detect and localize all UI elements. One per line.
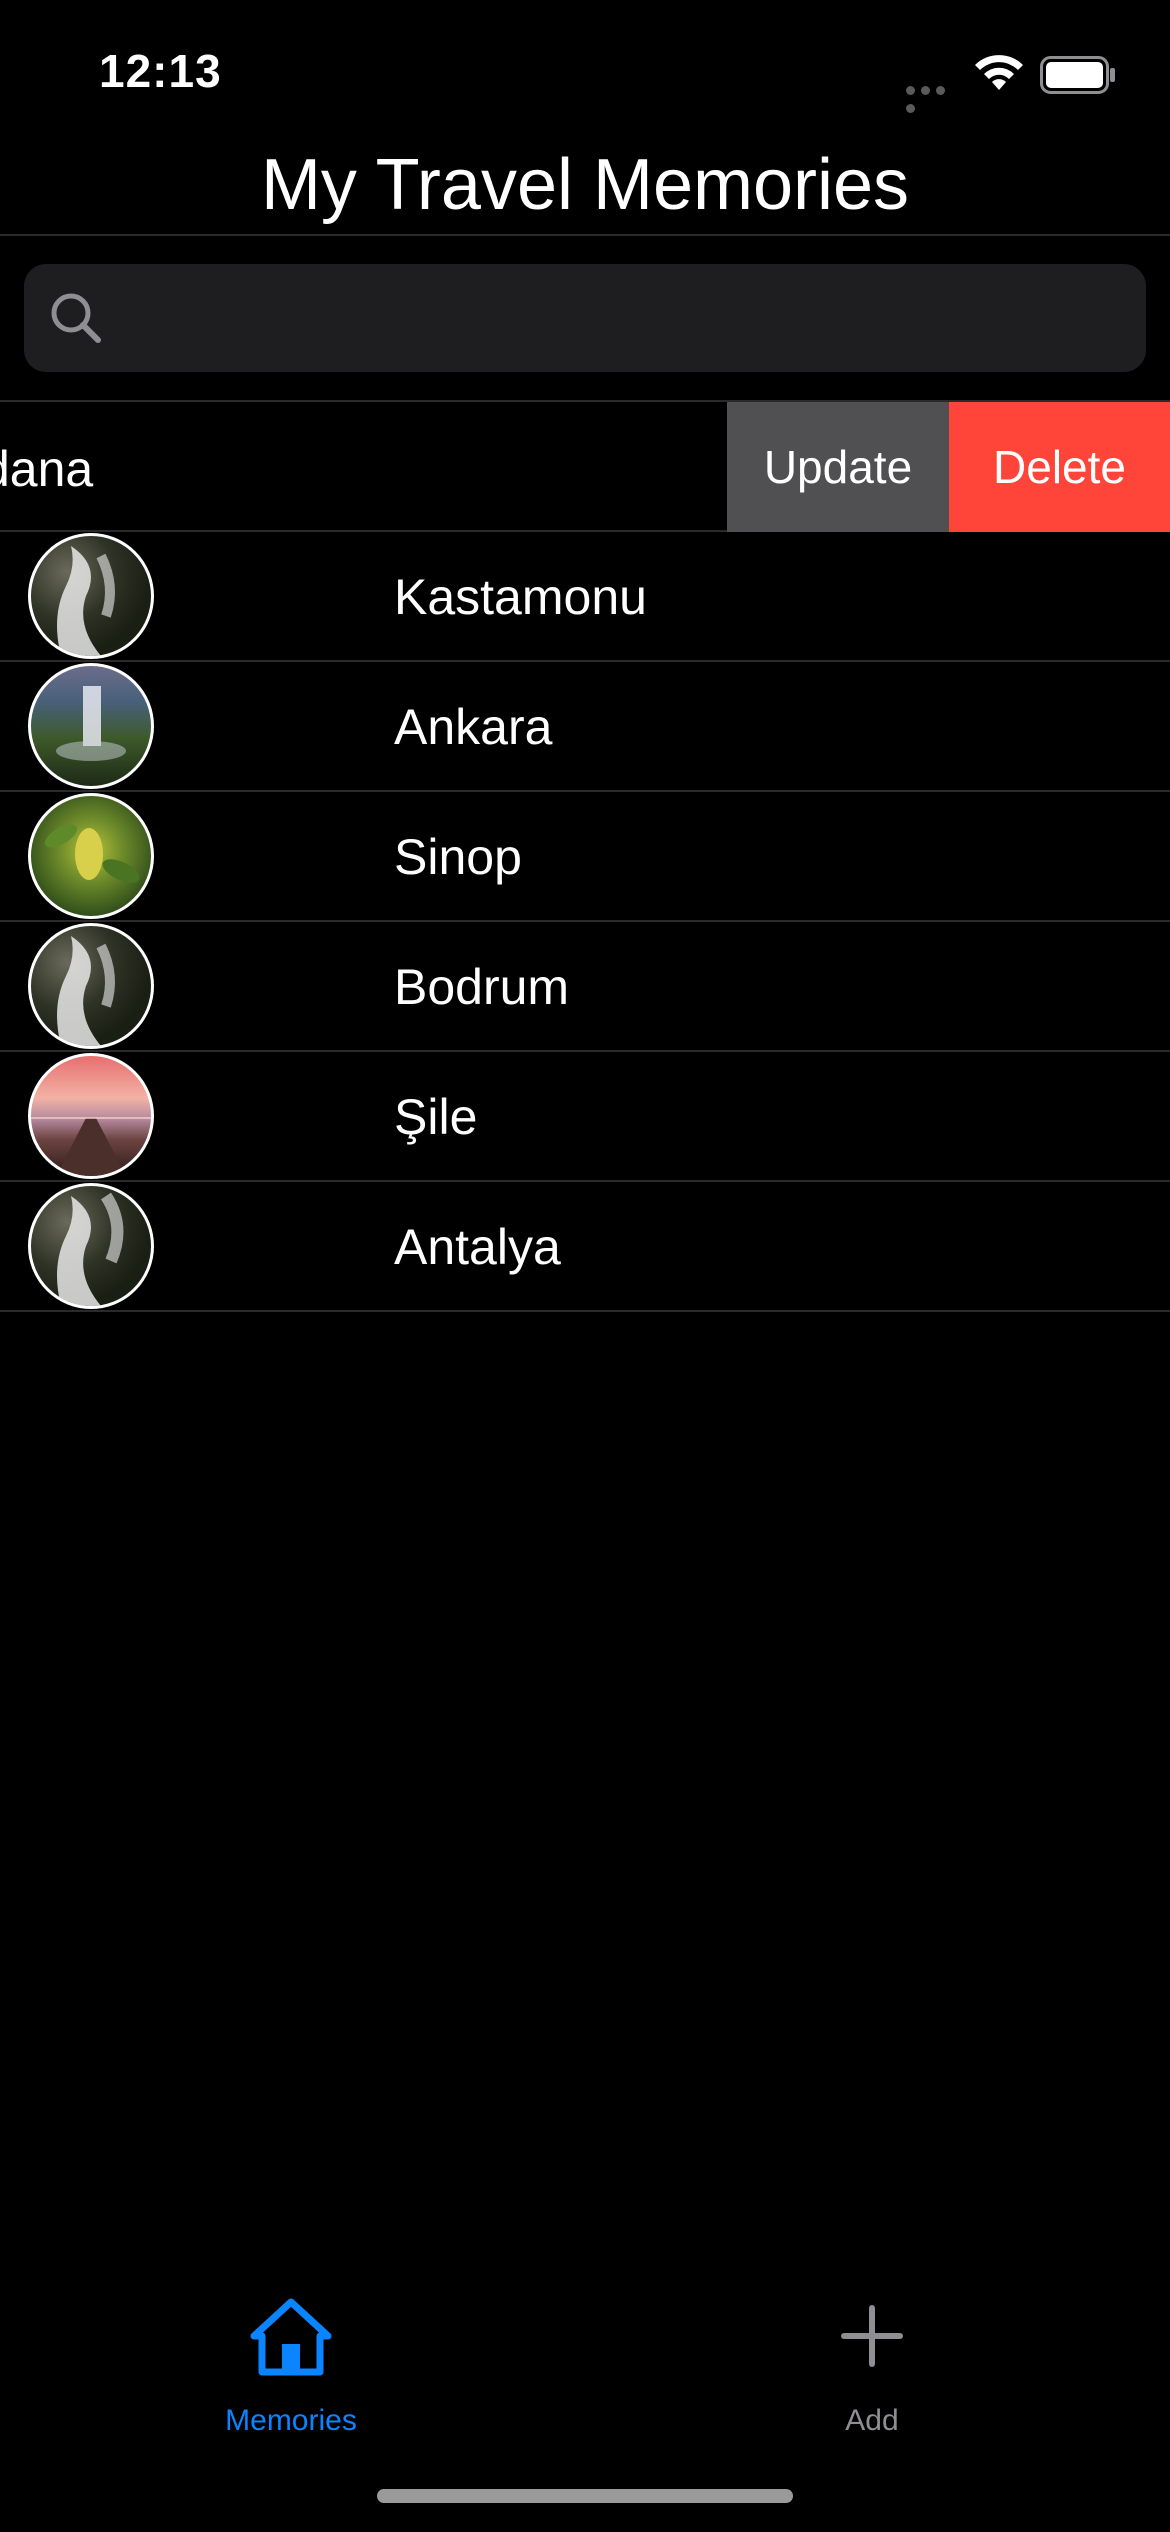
tab-add[interactable]: Add <box>772 2296 972 2437</box>
nav-divider <box>0 234 1170 236</box>
status-bar: 12:13 <box>0 0 1170 140</box>
list-item-swiped[interactable]: dana Update Delete <box>0 402 1170 532</box>
list-item[interactable]: Antalya <box>0 1182 1170 1312</box>
memory-thumbnail <box>28 1053 154 1179</box>
page-title: My Travel Memories <box>260 145 910 225</box>
battery-icon <box>1040 56 1115 94</box>
plus-icon <box>841 2305 903 2367</box>
memory-thumbnail <box>28 533 154 659</box>
search-bar[interactable] <box>24 264 1146 374</box>
status-time: 12:13 <box>99 45 222 97</box>
tab-label: Add <box>845 2404 899 2437</box>
cellular-signal-icon <box>906 82 962 113</box>
list-item-label: Şile <box>394 1089 478 1145</box>
home-indicator[interactable] <box>377 2489 793 2503</box>
tab-label: Memories <box>225 2404 357 2437</box>
house-icon <box>250 2298 332 2376</box>
memory-thumbnail <box>28 923 154 1049</box>
list-item[interactable]: Sinop <box>0 792 1170 922</box>
search-icon <box>51 293 101 343</box>
memory-thumbnail <box>28 663 154 789</box>
list-item[interactable]: Şile <box>0 1052 1170 1182</box>
memory-thumbnail <box>28 793 154 919</box>
list-item-label: Ankara <box>394 699 553 755</box>
list-item[interactable]: Bodrum <box>0 922 1170 1052</box>
list-item-label: Kastamonu <box>394 569 647 625</box>
tab-memories[interactable]: Memories <box>191 2296 391 2437</box>
list-item[interactable]: Ankara <box>0 662 1170 792</box>
list-item-label: Antalya <box>394 1219 561 1275</box>
search-input[interactable] <box>119 264 1123 374</box>
memory-thumbnail <box>28 1183 154 1309</box>
list-item[interactable]: Kastamonu <box>0 532 1170 662</box>
wifi-icon <box>975 55 1023 90</box>
update-button[interactable]: Update <box>727 402 949 532</box>
list-item-label: Bodrum <box>394 959 570 1015</box>
list-item-label: Sinop <box>394 829 522 885</box>
delete-button[interactable]: Delete <box>949 402 1170 532</box>
list-item-label: dana <box>0 441 94 497</box>
